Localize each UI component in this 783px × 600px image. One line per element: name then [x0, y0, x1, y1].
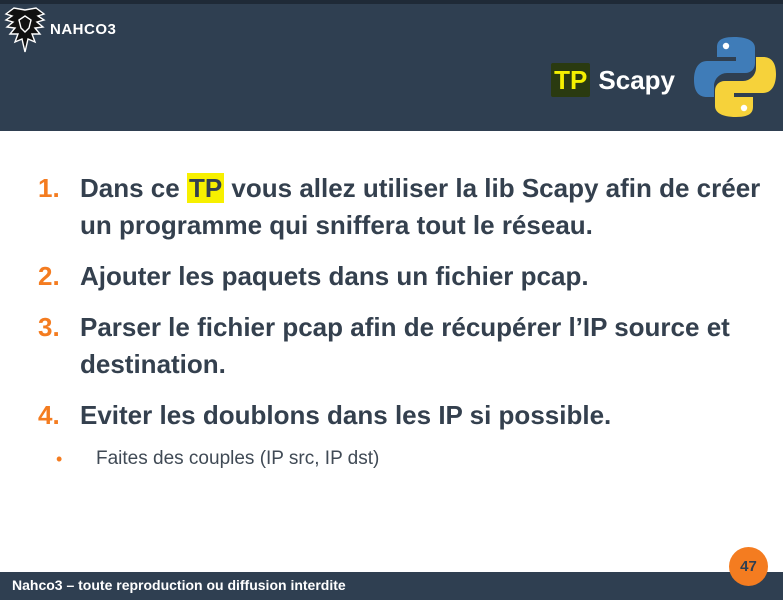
header-top-strip — [0, 0, 783, 4]
brand-logo: NAHCO3 — [4, 6, 116, 56]
list-item: 1. Dans ce TP vous allez utiliser la lib… — [38, 170, 768, 244]
list-item: 2. Ajouter les paquets dans un fichier p… — [38, 258, 768, 295]
list-item-number: 3. — [38, 312, 60, 342]
bullet-marker: • — [56, 448, 63, 469]
title-tp-tag: TP — [551, 63, 591, 97]
list-item-number: 4. — [38, 400, 60, 430]
page-number-badge: 47 — [729, 547, 768, 586]
footer-text: Nahco3 – toute reproduction ou diffusion… — [12, 577, 346, 593]
python-logo-icon — [694, 37, 776, 117]
slide-title: TP Scapy — [551, 63, 675, 97]
list-item-text: Eviter les doublons dans les IP si possi… — [80, 400, 612, 430]
list-item: 3. Parser le fichier pcap afin de récupé… — [38, 309, 768, 383]
list-item-number: 2. — [38, 261, 60, 291]
brand-name: NAHCO3 — [50, 20, 117, 38]
sub-bullet: • Faites des couples (IP src, IP dst) — [56, 448, 768, 470]
header-bar: NAHCO3 TP Scapy — [0, 0, 783, 131]
highlighted-tp: TP — [186, 173, 225, 203]
list-item-text: Parser le fichier pcap afin de récupérer… — [80, 312, 730, 379]
sub-bullet-text: Faites des couples (IP src, IP dst) — [96, 448, 380, 469]
list-item-text: Dans ce TP vous allez utiliser la lib Sc… — [80, 170, 768, 244]
list-item-number: 1. — [38, 173, 60, 203]
footer-bar: Nahco3 – toute reproduction ou diffusion… — [0, 572, 783, 600]
slide-content: 1. Dans ce TP vous allez utiliser la lib… — [38, 170, 768, 470]
eagle-crest-icon — [4, 7, 46, 53]
list-item-text: Ajouter les paquets dans un fichier pcap… — [80, 261, 589, 291]
title-text: Scapy — [598, 64, 675, 95]
list-item-text-part: Dans ce — [80, 173, 187, 203]
list-item: 4. Eviter les doublons dans les IP si po… — [38, 397, 768, 434]
